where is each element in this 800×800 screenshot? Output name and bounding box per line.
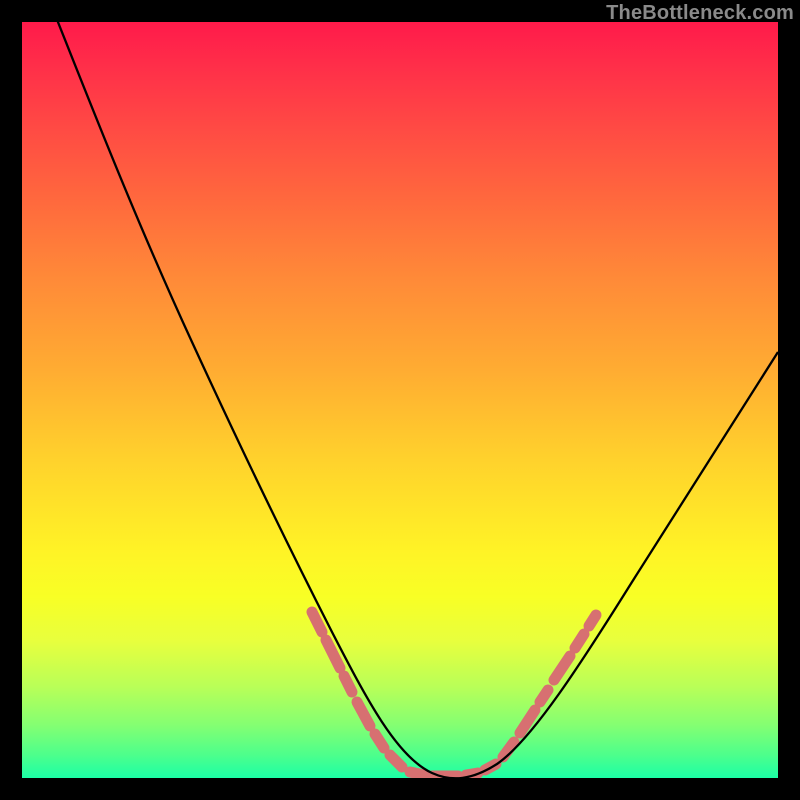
chart-plot-area [22, 22, 778, 778]
dash-seg [312, 612, 322, 632]
dash-seg [575, 634, 584, 648]
watermark-text: TheBottleneck.com [606, 2, 794, 25]
dash-seg [410, 772, 424, 775]
dash-seg [390, 755, 402, 767]
bottleneck-curve [22, 22, 778, 778]
dash-seg [375, 734, 384, 748]
dash-seg [344, 676, 352, 692]
dash-seg [540, 690, 548, 702]
dash-seg [554, 656, 570, 680]
dash-seg [357, 702, 370, 726]
dash-seg [589, 615, 596, 626]
curve-path [46, 22, 778, 778]
